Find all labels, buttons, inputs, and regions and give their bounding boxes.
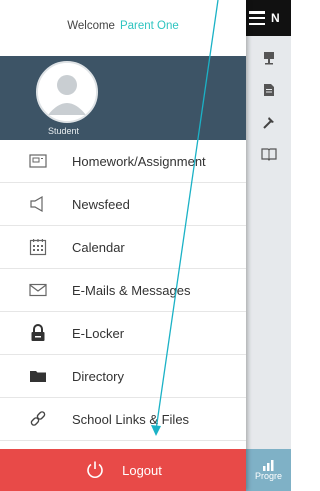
menu-item-label: Directory	[72, 368, 125, 384]
user-silhouette-icon	[38, 63, 96, 121]
calendar-icon	[22, 236, 54, 258]
document-icon[interactable]	[246, 74, 291, 106]
lock-icon	[22, 322, 54, 344]
navigation-drawer: Welcome Parent One Student Homework/Assi…	[0, 0, 246, 491]
menu-item-label: School Links & Files	[72, 411, 190, 427]
menu-item-label: Homework/Assignment	[72, 153, 206, 169]
teacher-board-icon[interactable]	[246, 42, 291, 74]
hammer-icon[interactable]	[246, 106, 291, 138]
menu-item-elocker[interactable]: E-Locker	[0, 312, 246, 355]
avatar[interactable]	[36, 61, 98, 123]
menu-item-label: E-Locker	[72, 325, 125, 341]
user-name[interactable]: Parent One	[120, 20, 179, 32]
menu-item-directory[interactable]: Directory	[0, 355, 246, 398]
logout-button[interactable]: Logout	[0, 449, 246, 491]
homework-icon	[22, 150, 54, 172]
menu-item-emails[interactable]: E-Mails & Messages	[0, 269, 246, 312]
megaphone-icon	[22, 193, 54, 215]
user-role: Student	[48, 126, 80, 136]
menu-item-label: Newsfeed	[72, 196, 130, 212]
book-icon[interactable]	[246, 138, 291, 170]
welcome-prefix: Welcome	[67, 20, 115, 32]
menu-item-label: E-Mails & Messages	[72, 282, 191, 298]
progress-tab[interactable]: Progre	[246, 449, 291, 491]
hamburger-menu-icon[interactable]	[249, 11, 265, 25]
menu-item-homework[interactable]: Homework/Assignment	[0, 140, 246, 183]
menu-item-calendar[interactable]: Calendar	[0, 226, 246, 269]
welcome-line: Welcome Parent One	[0, 0, 246, 56]
progress-tab-label: Progre	[254, 471, 282, 481]
app-title: N	[271, 11, 280, 25]
logout-label: Logout	[122, 462, 162, 478]
menu-item-label: Calendar	[72, 239, 125, 255]
folder-icon	[22, 365, 54, 387]
bar-chart-icon	[262, 460, 273, 471]
drawer-menu: Homework/Assignment Newsfeed Calendar E-…	[0, 140, 246, 441]
app-top-bar: N	[246, 0, 291, 36]
profile-header: Student	[0, 56, 246, 140]
menu-item-newsfeed[interactable]: Newsfeed	[0, 183, 246, 226]
menu-item-school-links[interactable]: School Links & Files	[0, 398, 246, 441]
app-side-icons	[246, 42, 291, 170]
power-icon	[84, 459, 106, 481]
link-icon	[22, 408, 54, 430]
envelope-icon	[22, 279, 54, 301]
